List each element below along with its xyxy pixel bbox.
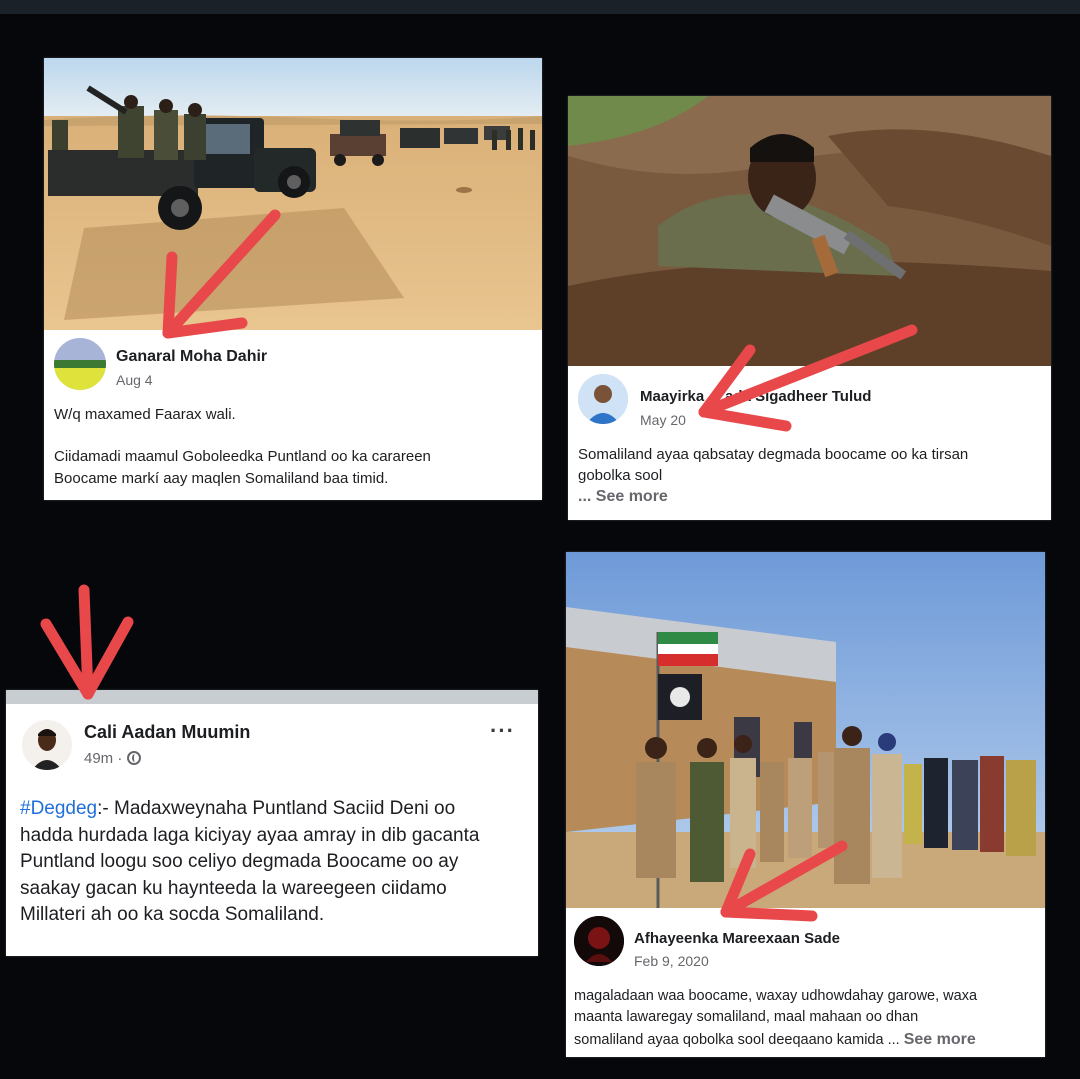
- post-text-line: Boocame markí aay maqlen Somaliland baa …: [54, 469, 389, 487]
- post-text: #Degdeg:- Madaxweynaha Puntland Saciid D…: [20, 796, 532, 929]
- post-card-4[interactable]: Afhayeenka Mareexaan Sade Feb 9, 2020 ma…: [566, 552, 1045, 1057]
- author-name[interactable]: Afhayeenka Mareexaan Sade: [634, 930, 840, 947]
- post-meta[interactable]: 49m ·: [84, 750, 141, 767]
- post-text-line: saakay gacan ku haynteeda la wareegeen c…: [20, 877, 447, 899]
- post-date[interactable]: Aug 4: [116, 372, 153, 388]
- post-text-line: hadda hurdada laga kiciyay ayaa amray in…: [20, 824, 480, 846]
- top-bar: [0, 0, 1080, 14]
- post-date[interactable]: May 20: [640, 412, 686, 428]
- see-more-link[interactable]: See more: [904, 1031, 976, 1048]
- post-date[interactable]: Feb 9, 2020: [634, 953, 709, 969]
- post-text-line: #Degdeg:- Madaxweynaha Puntland Saciid D…: [20, 798, 456, 819]
- red-arrow-annotation-3: [36, 582, 136, 704]
- post-text-line: Somaliland ayaa qabsatay degmada boocame…: [578, 446, 969, 463]
- post-text: Somaliland ayaa qabsatay degmada boocame…: [578, 444, 1044, 508]
- author-avatar[interactable]: [578, 374, 628, 424]
- post-photo-soldier-trench[interactable]: [568, 96, 1051, 366]
- post-text-line: W/q maxamed Faarax wali.: [54, 406, 236, 423]
- post-text-line: gobolka sool: [578, 467, 663, 484]
- post-text: W/q maxamed Faarax wali. Ciidamadi maamu…: [54, 404, 534, 489]
- post-text: magaladaan waa boocame, waxay udhowdahay…: [574, 986, 1040, 1051]
- post-text-line: Millateri ah oo ka socda Somaliland.: [20, 904, 325, 926]
- post-text-line: somaliland ayaa qobolka sool deeqaano ka…: [574, 1031, 976, 1049]
- see-more-link[interactable]: ... See more: [578, 486, 1044, 508]
- post-date: 49m ·: [84, 750, 127, 767]
- hashtag-link[interactable]: #Degdeg: [20, 798, 97, 819]
- post-text-line: Puntland loogu soo celiyo degmada Boocam…: [20, 851, 459, 873]
- post-text-line: Ciidamadi maamul Goboleedka Puntland oo …: [54, 447, 431, 465]
- author-name[interactable]: Cali Aadan Muumin: [84, 722, 250, 743]
- author-name[interactable]: Ganaral Moha Dahir: [116, 348, 267, 366]
- post-card-1[interactable]: Ganaral Moha Dahir Aug 4 W/q maxamed Faa…: [44, 58, 542, 500]
- post-photo-technicals[interactable]: [44, 58, 542, 330]
- post-photo-flag-building[interactable]: [566, 552, 1045, 908]
- author-name[interactable]: Maayirka ... ada Sigadheer Tulud: [640, 388, 871, 405]
- author-avatar[interactable]: [54, 338, 106, 390]
- post-card-2[interactable]: Maayirka ... ada Sigadheer Tulud May 20 …: [568, 96, 1051, 520]
- post-text-line: maanta lawaregay somaliland, maal mahaan…: [574, 1009, 919, 1026]
- post-card-3[interactable]: Cali Aadan Muumin 49m · ··· #Degdeg:- Ma…: [6, 690, 538, 956]
- author-avatar[interactable]: [574, 916, 624, 966]
- globe-icon: [126, 751, 141, 765]
- author-avatar[interactable]: [22, 720, 72, 770]
- post-text-line: magaladaan waa boocame, waxay udhowdahay…: [574, 988, 978, 1004]
- more-options-icon[interactable]: ···: [490, 718, 515, 744]
